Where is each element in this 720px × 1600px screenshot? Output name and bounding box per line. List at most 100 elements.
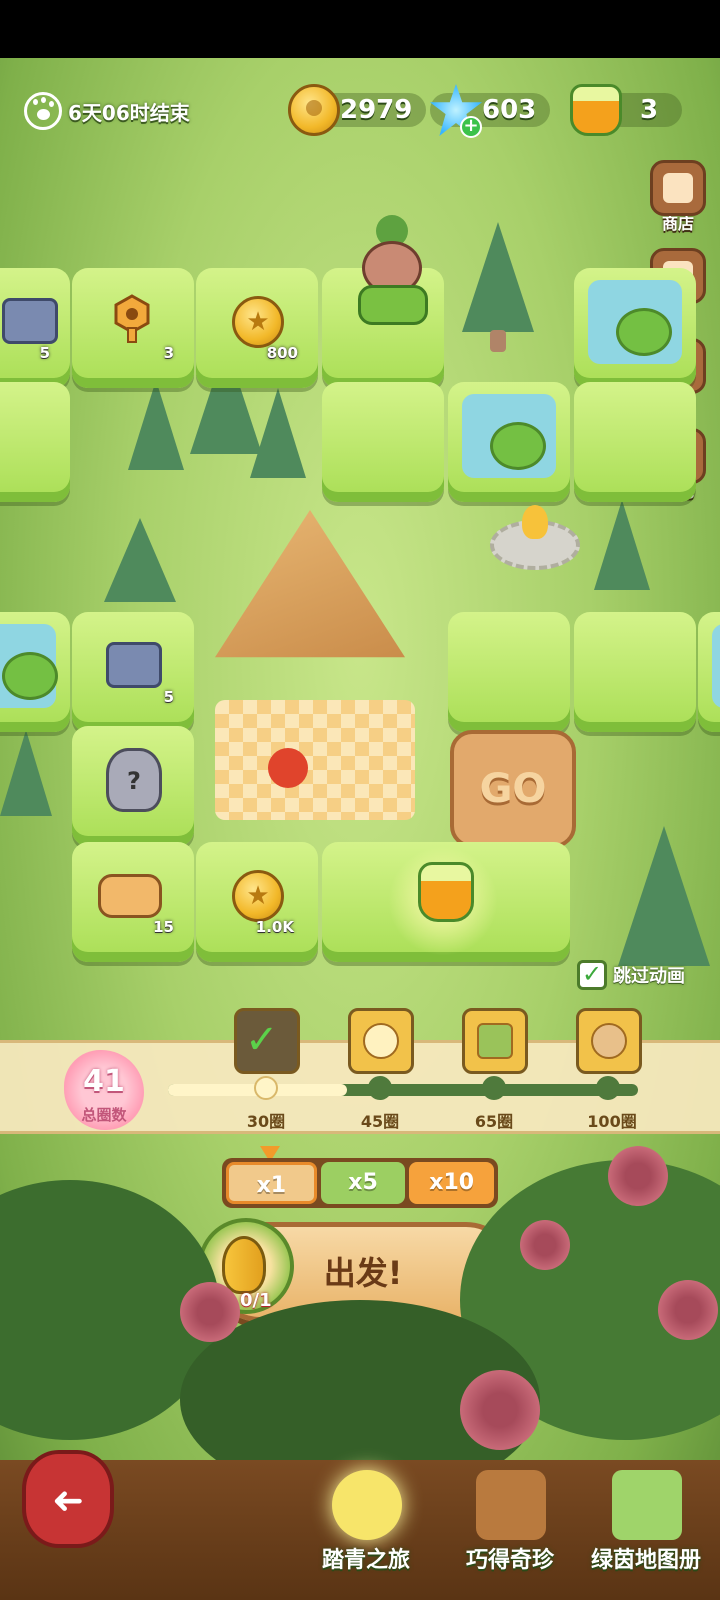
pine-tree	[618, 826, 710, 966]
coin-counter[interactable]: 2979	[288, 84, 427, 136]
milestone-marker	[596, 1076, 620, 1100]
multiplier-x5-button[interactable]: x5	[320, 1162, 406, 1204]
ticket-count: 0/1	[240, 1290, 272, 1311]
honey-jar-counter[interactable]: 3	[570, 84, 683, 136]
explorer-avatar-icon	[591, 1023, 627, 1059]
tile-qty: 15	[153, 918, 174, 936]
coin-amount: 2979	[340, 95, 413, 125]
binoculars-icon	[477, 1023, 513, 1059]
squirrel-character	[268, 748, 308, 788]
paw-coin-icon	[288, 84, 340, 136]
milestone-label: 100圈	[587, 1112, 637, 1131]
flower-decoration	[180, 1282, 240, 1342]
board-tile: 5	[72, 612, 194, 732]
milestone-reward-30[interactable]: ✓	[234, 1008, 300, 1074]
monkey-avatar-icon	[332, 1470, 402, 1540]
star-coin-icon	[232, 870, 284, 922]
board-tile	[0, 382, 70, 502]
paw-clock-icon	[24, 92, 62, 130]
board-tile	[448, 612, 570, 732]
board-tile: 5	[0, 268, 70, 388]
depart-label: 出发!	[323, 1254, 403, 1292]
honey-jar-icon	[418, 862, 474, 922]
nav-tab-treasure[interactable]: 巧得奇珍	[440, 1460, 580, 1580]
go-text: GO	[479, 766, 547, 812]
board-tile: 800	[196, 268, 318, 388]
nav-label: 巧得奇珍	[465, 1548, 554, 1573]
corn-ticket-icon	[222, 1236, 266, 1294]
flower-decoration	[608, 1146, 668, 1206]
milestone-reward-100[interactable]	[576, 1008, 642, 1074]
chest-icon	[106, 642, 162, 688]
gem-counter[interactable]: 603 +	[430, 84, 551, 138]
multiplier-x1-button[interactable]: x1	[226, 1162, 317, 1204]
board-tile: ?	[72, 726, 194, 846]
nav-label: 踏青之旅	[321, 1548, 410, 1573]
flower-decoration	[460, 1370, 540, 1450]
milestone-reward-65[interactable]	[462, 1008, 528, 1074]
milestone-marker	[254, 1076, 278, 1100]
cookie-icon	[98, 874, 162, 918]
mystery-bag-icon: ?	[106, 748, 162, 812]
map-icon	[612, 1470, 682, 1540]
tile-qty: 800	[266, 344, 298, 362]
shop-button[interactable]: 商店	[648, 160, 708, 234]
pond-tile	[574, 268, 696, 388]
board-tile-wide	[322, 842, 570, 962]
nav-label: 绿茵地图册	[590, 1548, 701, 1573]
star-coin-icon	[232, 296, 284, 348]
multiplier-x10-button[interactable]: x10	[409, 1162, 495, 1204]
board-tile: 3	[72, 268, 194, 388]
checkmark-icon[interactable]: ✓	[577, 960, 607, 990]
medal-icon	[363, 1023, 399, 1059]
timer-text: 6天06时结束	[68, 100, 190, 125]
pine-tree	[0, 730, 52, 816]
tile-qty: 1.0K	[255, 918, 294, 936]
pine-tree	[128, 380, 184, 470]
pond-tile	[448, 382, 570, 502]
tile-qty: 5	[163, 688, 174, 706]
board-tile: 1.0K	[196, 842, 318, 962]
tent-camp	[215, 510, 405, 658]
skip-animation-label: 跳过动画	[613, 966, 685, 987]
lily-pad-icon	[2, 652, 58, 700]
honey-jar-icon	[570, 84, 622, 136]
milestone-marker	[368, 1076, 392, 1100]
event-timer: 6天06时结束	[24, 90, 190, 132]
pine-tree	[104, 518, 176, 602]
pond-tile	[698, 612, 720, 732]
lily-pad-icon	[616, 308, 672, 356]
nav-tab-map-album[interactable]: 绿茵地图册	[576, 1460, 716, 1580]
board-tile	[574, 382, 696, 502]
go-start-tile: GO	[450, 730, 576, 848]
back-button[interactable]	[22, 1450, 114, 1548]
rounds-progress-track	[168, 1084, 638, 1096]
chest-icon	[2, 298, 58, 344]
milestone-marker	[482, 1076, 506, 1100]
pine-tree	[462, 222, 534, 332]
pond-tile	[0, 612, 70, 732]
add-gems-plus-icon[interactable]: +	[460, 116, 482, 138]
tile-qty: 3	[163, 344, 174, 362]
honey-jar-amount: 3	[640, 95, 659, 125]
pine-tree	[594, 500, 650, 590]
flame-icon	[522, 505, 548, 539]
milestone-label: 45圈	[360, 1112, 400, 1131]
total-rounds-label: 总圈数	[81, 1106, 127, 1124]
milestone-reward-45[interactable]	[348, 1008, 414, 1074]
shop-icon	[650, 160, 706, 216]
treasure-chest-icon	[476, 1470, 546, 1540]
milestone-label: 65圈	[474, 1112, 514, 1131]
picnic-blanket	[215, 700, 415, 820]
tile-qty: 5	[39, 344, 50, 362]
board-tile	[322, 382, 444, 502]
multiplier-selector: x1 x5 x10	[222, 1158, 498, 1208]
lily-pad-icon	[490, 422, 546, 470]
claimed-check-icon: ✓	[245, 1017, 279, 1063]
game-screen: 6天06时结束 2979 603 + 3 商店 任务 概率 礼包 5	[0, 0, 720, 1600]
skip-animation-toggle[interactable]: ✓ 跳过动画	[577, 960, 685, 990]
board-tile	[574, 612, 696, 732]
monkey-player-piece	[348, 208, 436, 327]
total-rounds-value: 41	[83, 1064, 125, 1099]
nav-tab-spring-outing[interactable]: 踏青之旅	[296, 1460, 436, 1580]
